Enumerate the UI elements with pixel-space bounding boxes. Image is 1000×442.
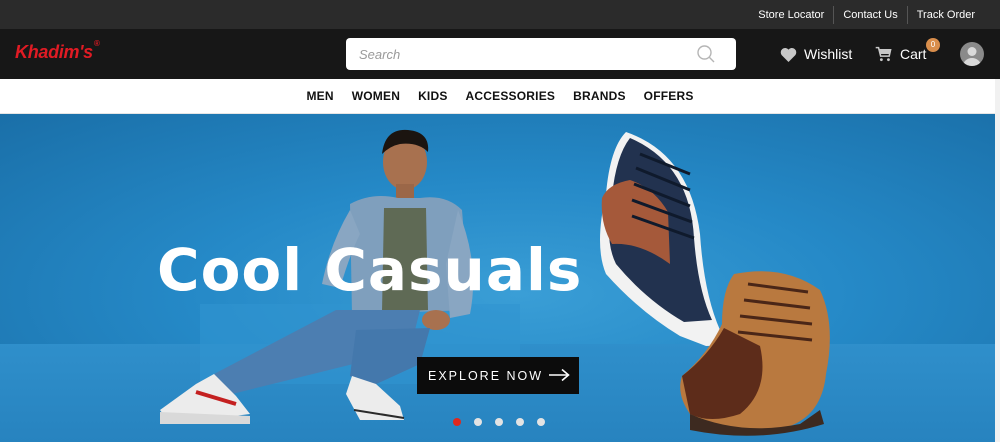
cart-count-badge: 0 — [926, 38, 940, 52]
nav-women[interactable]: WOMEN — [343, 89, 409, 103]
arrow-right-icon — [549, 368, 570, 382]
search-input[interactable] — [346, 38, 686, 70]
track-order-link[interactable]: Track Order — [908, 6, 984, 24]
carousel-dots — [453, 418, 558, 426]
user-avatar-icon[interactable] — [960, 42, 984, 66]
carousel-dot-1[interactable] — [453, 418, 461, 426]
heart-icon — [780, 47, 797, 62]
nav-offers[interactable]: OFFERS — [635, 89, 703, 103]
search-box — [346, 38, 736, 70]
carousel-dot-5[interactable] — [537, 418, 545, 426]
nav-men[interactable]: MEN — [297, 89, 342, 103]
carousel-dot-2[interactable] — [474, 418, 482, 426]
hero-banner[interactable]: Cool Casuals EXPLORE NOW — [0, 114, 1000, 442]
wishlist-label: Wishlist — [804, 46, 853, 62]
nav-kids[interactable]: KIDS — [409, 89, 456, 103]
cart-icon — [875, 46, 892, 62]
logo-text: Khadim's — [15, 42, 93, 62]
utility-links: Store Locator Contact Us Track Order — [749, 0, 984, 29]
khadims-logo[interactable]: Khadim's® — [15, 39, 100, 63]
explore-now-button[interactable]: EXPLORE NOW — [417, 357, 579, 394]
blue-sneaker-image — [600, 132, 721, 346]
contact-us-link[interactable]: Contact Us — [834, 6, 906, 24]
explore-now-label: EXPLORE NOW — [428, 368, 544, 383]
top-utility-bar: Store Locator Contact Us Track Order — [0, 0, 1000, 29]
main-header: Khadim's® Wishlist Cart 0 — [0, 29, 1000, 79]
nav-brands[interactable]: BRANDS — [564, 89, 635, 103]
page-scrollbar[interactable] — [995, 79, 1000, 442]
wishlist-button[interactable]: Wishlist — [780, 29, 852, 79]
carousel-dot-3[interactable] — [495, 418, 503, 426]
cart-button[interactable]: Cart 0 — [875, 29, 940, 79]
user-silhouette — [963, 47, 981, 66]
search-icon[interactable] — [696, 44, 716, 64]
category-nav: MEN WOMEN KIDS ACCESSORIES BRANDS OFFERS — [0, 79, 1000, 114]
registered-mark: ® — [93, 39, 100, 48]
cart-label: Cart — [900, 46, 927, 62]
store-locator-link[interactable]: Store Locator — [749, 6, 833, 24]
nav-accessories[interactable]: ACCESSORIES — [457, 89, 565, 103]
carousel-dot-4[interactable] — [516, 418, 524, 426]
hero-headline: Cool Casuals — [157, 236, 583, 304]
